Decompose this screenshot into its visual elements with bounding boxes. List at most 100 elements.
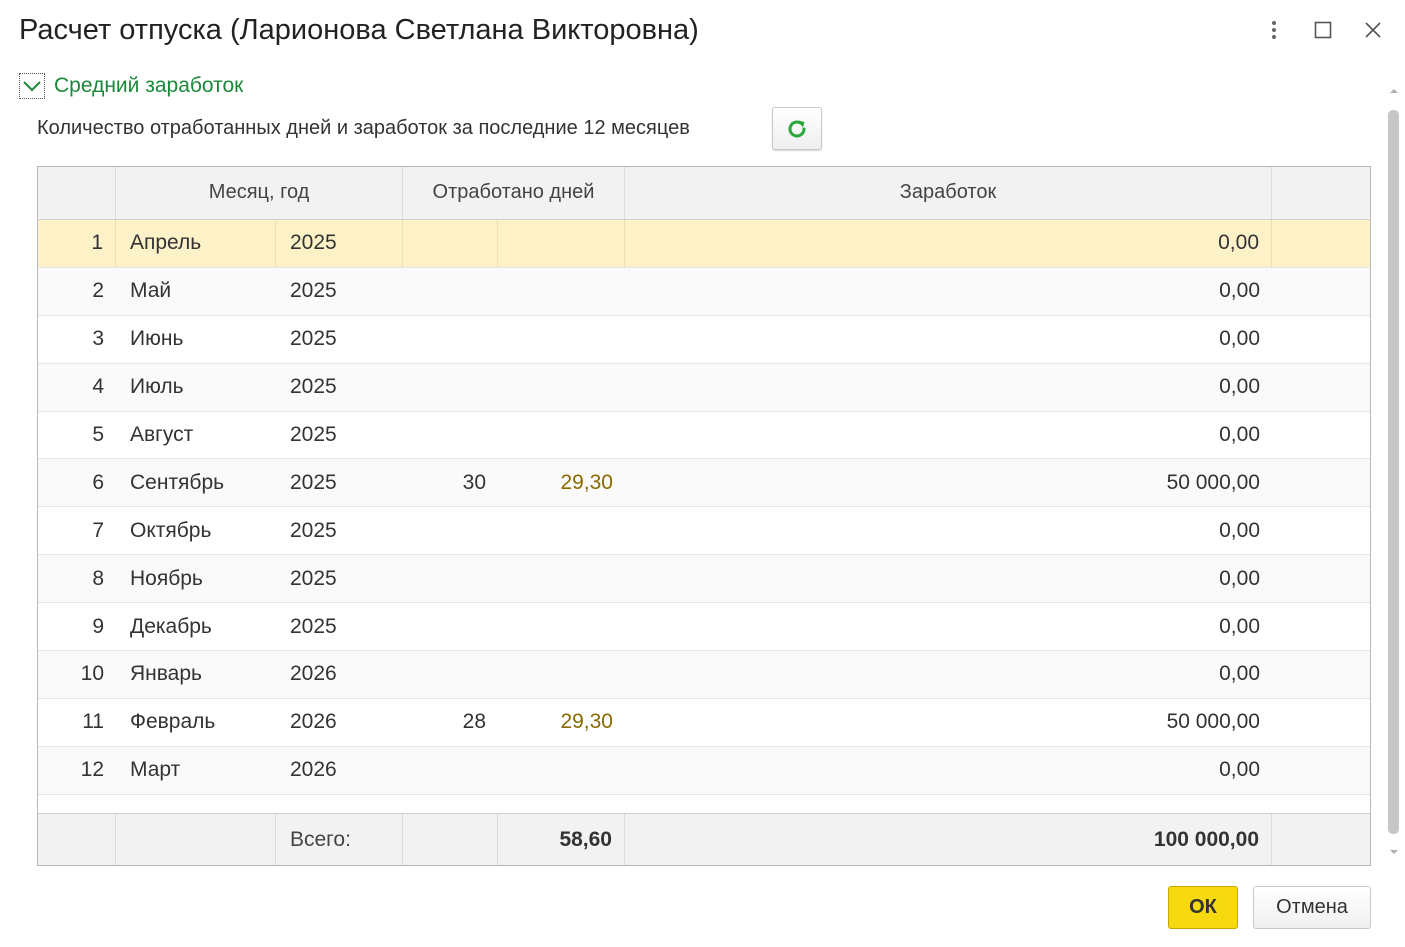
cell-extra[interactable]	[1272, 699, 1370, 746]
cell-calc-days[interactable]	[498, 747, 625, 794]
cell-number[interactable]: 5	[38, 412, 116, 459]
table-row[interactable]: 1 Апрель 2025 0,00	[38, 220, 1370, 268]
cell-month[interactable]: Июль	[116, 364, 276, 411]
cell-worked-days[interactable]	[403, 747, 498, 794]
header-earnings[interactable]: Заработок	[625, 167, 1272, 219]
cell-month[interactable]: Май	[116, 268, 276, 315]
cell-calc-days[interactable]	[498, 220, 625, 267]
cancel-button[interactable]: Отмена	[1253, 886, 1371, 929]
cell-worked-days[interactable]: 28	[403, 699, 498, 746]
cell-extra[interactable]	[1272, 268, 1370, 315]
table-row[interactable]: 7 Октябрь 2025 0,00	[38, 507, 1370, 556]
cell-worked-days[interactable]	[403, 316, 498, 363]
cell-number[interactable]: 7	[38, 507, 116, 554]
cell-extra[interactable]	[1272, 651, 1370, 698]
scroll-up-icon[interactable]	[1387, 86, 1401, 96]
cell-earnings[interactable]: 0,00	[625, 747, 1272, 794]
more-button[interactable]	[1256, 12, 1292, 48]
cell-calc-days[interactable]	[498, 555, 625, 602]
cell-earnings[interactable]: 0,00	[625, 507, 1272, 554]
cell-month[interactable]: Октябрь	[116, 507, 276, 554]
cell-month[interactable]: Декабрь	[116, 603, 276, 650]
table-row[interactable]: 11 Февраль 2026 28 29,30 50 000,00	[38, 699, 1370, 747]
scrollbar[interactable]	[1386, 80, 1402, 865]
cell-calc-days[interactable]	[498, 364, 625, 411]
table-row[interactable]: 5 Август 2025 0,00	[38, 412, 1370, 460]
cell-month[interactable]: Июнь	[116, 316, 276, 363]
cell-earnings[interactable]: 0,00	[625, 603, 1272, 650]
cell-extra[interactable]	[1272, 603, 1370, 650]
cell-earnings[interactable]: 0,00	[625, 555, 1272, 602]
group-header-average-earnings[interactable]: Средний заработок	[19, 70, 243, 102]
scrollbar-thumb[interactable]	[1388, 110, 1399, 834]
cell-worked-days[interactable]	[403, 268, 498, 315]
cell-extra[interactable]	[1272, 747, 1370, 794]
table-row[interactable]: 9 Декабрь 2025 0,00	[38, 603, 1370, 652]
collapse-toggle[interactable]	[19, 73, 45, 99]
cell-number[interactable]: 6	[38, 459, 116, 506]
cell-calc-days[interactable]	[498, 651, 625, 698]
earnings-table[interactable]: Месяц, год Отработано дней Заработок 1 Ап…	[37, 166, 1371, 866]
cell-month[interactable]: Февраль	[116, 699, 276, 746]
cell-number[interactable]: 1	[38, 220, 116, 267]
cell-earnings[interactable]: 50 000,00	[625, 459, 1272, 506]
cell-number[interactable]: 9	[38, 603, 116, 650]
cell-worked-days[interactable]	[403, 507, 498, 554]
cell-year[interactable]: 2025	[276, 555, 403, 602]
table-row[interactable]: 12 Март 2026 0,00	[38, 746, 1370, 795]
cell-year[interactable]: 2026	[276, 747, 403, 794]
cell-calc-days[interactable]	[498, 412, 625, 459]
header-month-year[interactable]: Месяц, год	[116, 167, 403, 219]
cell-worked-days[interactable]	[403, 220, 498, 267]
table-row[interactable]: 8 Ноябрь 2025 0,00	[38, 555, 1370, 604]
cell-calc-days[interactable]	[498, 316, 625, 363]
cell-calc-days[interactable]	[498, 268, 625, 315]
table-row[interactable]: 10 Январь 2026 0,00	[38, 651, 1370, 699]
cell-worked-days[interactable]	[403, 364, 498, 411]
cell-year[interactable]: 2026	[276, 699, 403, 746]
cell-calc-days[interactable]: 29,30	[498, 699, 625, 746]
cell-calc-days[interactable]	[498, 507, 625, 554]
table-row[interactable]: 6 Сентябрь 2025 30 29,30 50 000,00	[38, 459, 1370, 508]
cell-number[interactable]: 3	[38, 316, 116, 363]
cell-worked-days[interactable]	[403, 651, 498, 698]
cell-month[interactable]: Ноябрь	[116, 555, 276, 602]
cell-year[interactable]: 2025	[276, 316, 403, 363]
cell-number[interactable]: 8	[38, 555, 116, 602]
refresh-button[interactable]	[772, 107, 822, 150]
cell-earnings[interactable]: 0,00	[625, 364, 1272, 411]
cell-extra[interactable]	[1272, 364, 1370, 411]
cell-extra[interactable]	[1272, 220, 1370, 267]
cell-number[interactable]: 11	[38, 699, 116, 746]
cell-calc-days[interactable]: 29,30	[498, 459, 625, 506]
cell-extra[interactable]	[1272, 507, 1370, 554]
header-worked-days[interactable]: Отработано дней	[403, 167, 625, 219]
cell-extra[interactable]	[1272, 412, 1370, 459]
cell-month[interactable]: Август	[116, 412, 276, 459]
cell-number[interactable]: 10	[38, 651, 116, 698]
cell-year[interactable]: 2025	[276, 507, 403, 554]
cell-month[interactable]: Январь	[116, 651, 276, 698]
cell-extra[interactable]	[1272, 555, 1370, 602]
cell-worked-days[interactable]: 30	[403, 459, 498, 506]
cell-month[interactable]: Март	[116, 747, 276, 794]
close-button[interactable]	[1355, 12, 1391, 48]
cell-year[interactable]: 2025	[276, 364, 403, 411]
table-row[interactable]: 2 Май 2025 0,00	[38, 267, 1370, 316]
cell-extra[interactable]	[1272, 316, 1370, 363]
cell-earnings[interactable]: 0,00	[625, 316, 1272, 363]
cell-calc-days[interactable]	[498, 603, 625, 650]
cell-number[interactable]: 4	[38, 364, 116, 411]
group-title[interactable]: Средний заработок	[54, 74, 243, 98]
scroll-down-icon[interactable]	[1387, 847, 1401, 857]
cell-earnings[interactable]: 0,00	[625, 412, 1272, 459]
table-row[interactable]: 3 Июнь 2025 0,00	[38, 316, 1370, 364]
cell-month[interactable]: Сентябрь	[116, 459, 276, 506]
table-row[interactable]: 4 Июль 2025 0,00	[38, 363, 1370, 412]
cell-earnings[interactable]: 50 000,00	[625, 699, 1272, 746]
cell-year[interactable]: 2025	[276, 268, 403, 315]
cell-extra[interactable]	[1272, 459, 1370, 506]
cell-earnings[interactable]: 0,00	[625, 220, 1272, 267]
cell-year[interactable]: 2026	[276, 651, 403, 698]
cell-earnings[interactable]: 0,00	[625, 268, 1272, 315]
